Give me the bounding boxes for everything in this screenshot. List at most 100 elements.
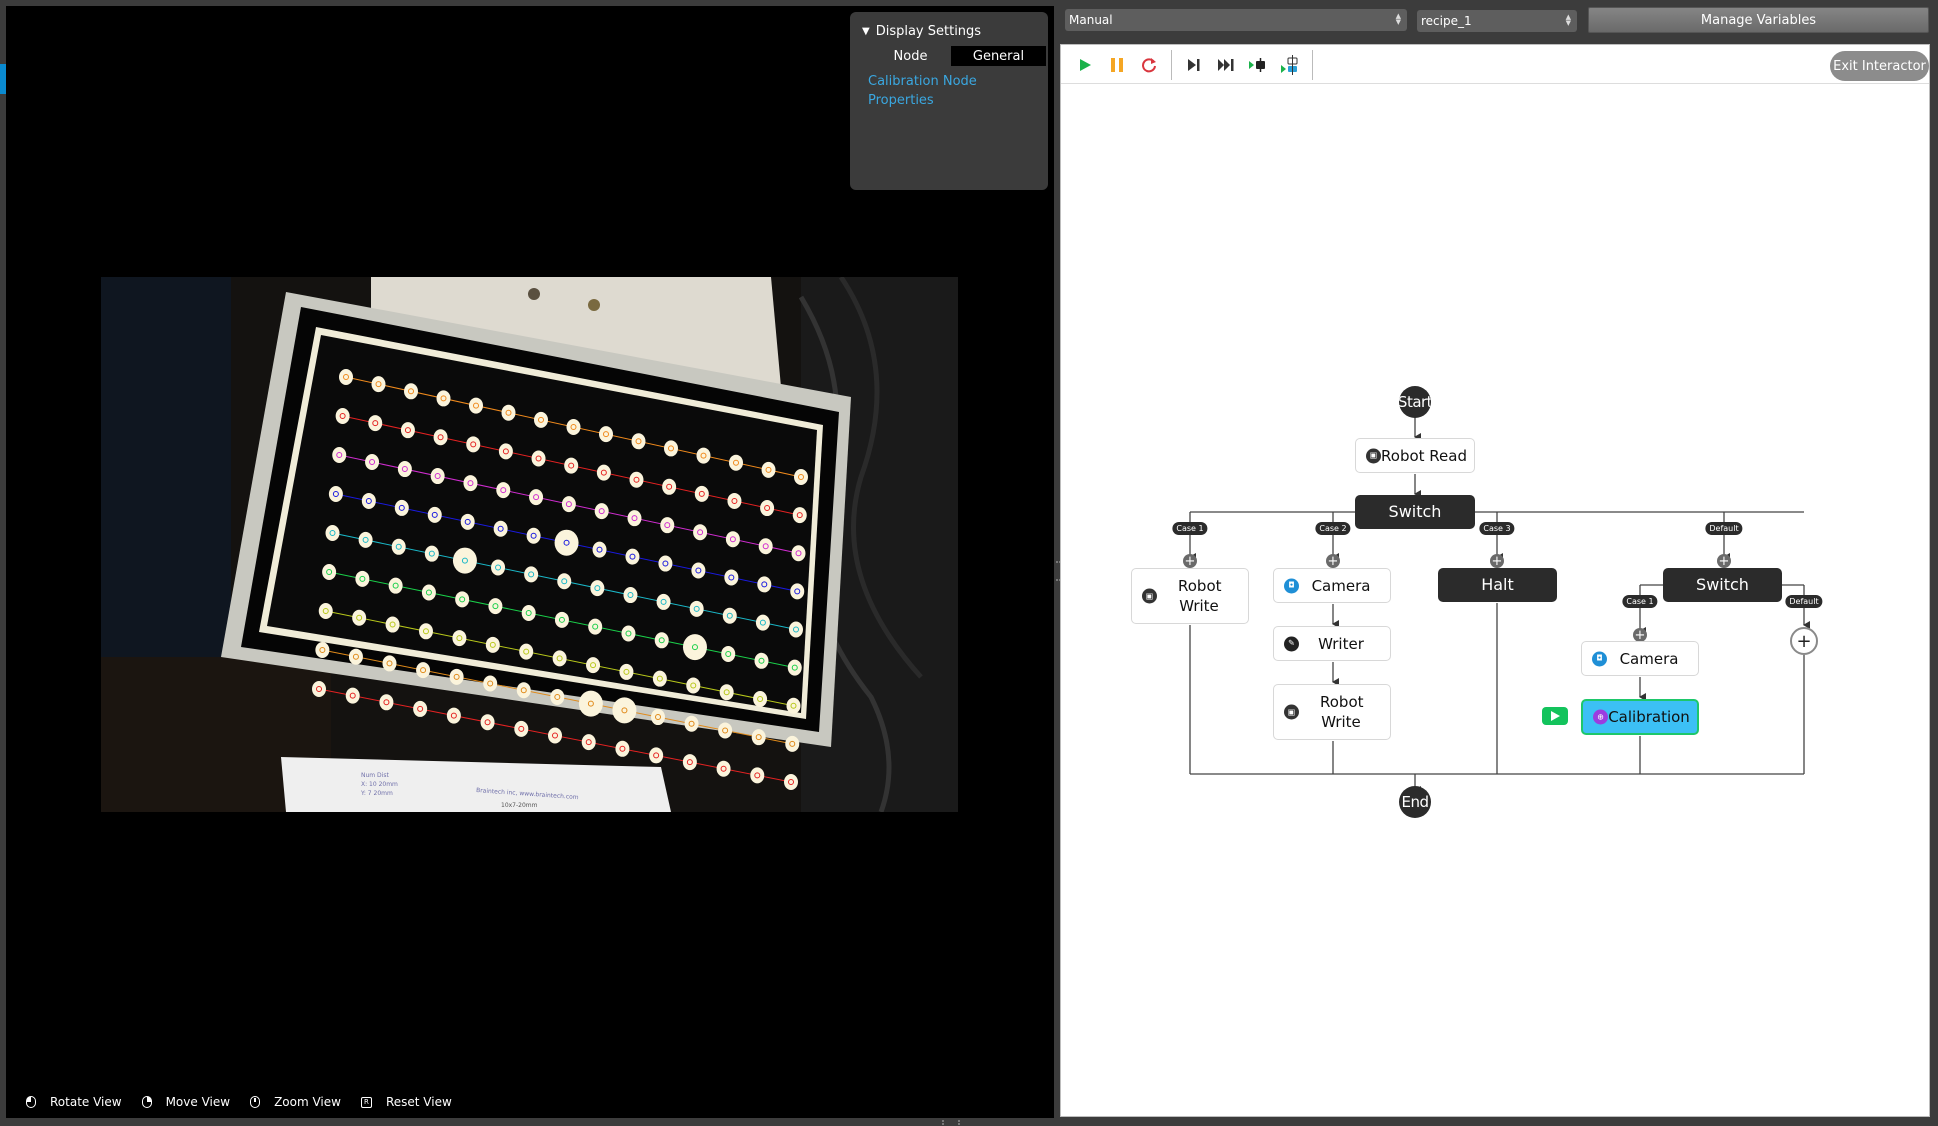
move-view-control[interactable]: Move View [141,1095,230,1109]
calibration-dot [649,747,664,764]
display-settings-title: Display Settings [875,24,982,39]
node-calibration[interactable]: ⊕ Calibration [1581,699,1699,735]
bottom-resize-grip[interactable] [942,1120,960,1123]
mode-select[interactable]: Manual ▲ ▼ [1065,9,1407,31]
flow-canvas[interactable]: Exit Interactor Start End ▣ Robot Read S… [1060,44,1930,1117]
node-switch-nested[interactable]: Switch [1663,568,1782,602]
calibration-dot [480,714,495,731]
node-robot-read[interactable]: ▣ Robot Read [1355,438,1475,473]
calibration-dot [452,547,477,574]
display-settings-header[interactable]: ▼ Display Settings [862,24,981,39]
calibration-dot [514,720,529,737]
collapse-triangle-icon[interactable]: ▼ [862,26,870,37]
manage-variables-button[interactable]: Manage Variables [1588,7,1929,33]
calibration-dot [578,690,603,717]
node-robot-write-2[interactable]: ▣ Robot Write [1273,684,1391,740]
calibration-icon: ⊕ [1593,709,1608,725]
calibration-dot [758,538,773,555]
nested-branch-case-1[interactable]: Case 1 [1622,595,1658,608]
node-halt[interactable]: Halt [1438,568,1557,602]
tab-node[interactable]: Node [850,46,951,66]
calibration-dot [391,538,406,555]
calibration-dot [501,404,516,421]
add-node-case2-icon[interactable]: + [1326,554,1340,568]
end-node[interactable]: End [1399,786,1431,818]
camera-image: Num Dist X: 10 20mm Y: 7 20mm Braintech … [101,277,958,812]
3d-viewport[interactable]: Num Dist X: 10 20mm Y: 7 20mm Braintech … [6,6,1054,1118]
display-settings-tabs: Node General [850,46,1048,66]
nested-branch-default[interactable]: Default [1785,595,1823,608]
step-icon [1188,59,1200,71]
step-controls-group [1172,50,1313,80]
calibration-dot [315,642,330,658]
calibration-dot [322,564,337,580]
node-label: Writer [1318,634,1364,653]
robot-icon: ▣ [1366,448,1381,463]
calibration-dot [586,657,601,674]
node-switch-main[interactable]: Switch [1355,495,1475,529]
calibration-dot [455,591,470,608]
branch-case-3[interactable]: Case 3 [1479,522,1515,535]
branch-default[interactable]: Default [1705,522,1743,535]
add-node-default-icon[interactable]: + [1717,554,1731,568]
calibration-dot [790,583,805,600]
calibration-dot [786,697,801,714]
node-writer[interactable]: ✎ Writer [1273,626,1391,661]
calibration-dot [446,707,461,724]
calibration-dot [791,545,806,562]
application-window: Num Dist X: 10 20mm Y: 7 20mm Braintech … [0,0,1938,1126]
step-all-button[interactable] [1210,51,1242,79]
calibration-dot [599,426,613,443]
add-node-nested-case1-icon[interactable]: + [1633,628,1647,642]
exit-interactor-button[interactable]: Exit Interactor [1830,51,1929,81]
zoom-view-control[interactable]: Zoom View [250,1095,341,1109]
pause-button[interactable] [1101,51,1133,79]
node-camera-1[interactable]: ◘ Camera [1273,568,1391,603]
calibration-dot [379,694,394,711]
calibration-dot [696,447,711,464]
calibration-dot [561,496,576,513]
rotate-view-label: Rotate View [50,1095,122,1109]
run-selected-button[interactable] [1274,51,1306,79]
grid-label-num: Num Dist [361,772,389,779]
step-button[interactable] [1178,51,1210,79]
calibration-dot [427,506,442,523]
rotate-view-control[interactable]: Rotate View [26,1095,122,1109]
branch-case-2[interactable]: Case 2 [1315,522,1351,535]
calibration-dot [631,433,646,450]
add-node-nested-default-icon[interactable]: + [1790,627,1818,655]
calibration-dot [684,715,699,732]
node-robot-write-1[interactable]: ▣ Robot Write [1131,568,1249,624]
calibration-dot [785,735,800,752]
calibration-dot [693,524,708,541]
run-button[interactable] [1069,51,1101,79]
calibration-dot [529,489,544,506]
calibration-dot [416,662,431,679]
reset-button[interactable] [1133,51,1165,79]
calibration-dot [554,611,569,628]
node-label: Robot Write [1320,693,1364,731]
add-node-case1-icon[interactable]: + [1183,554,1197,568]
node-camera-2[interactable]: ◘ Camera [1581,641,1699,676]
tab-general[interactable]: General [951,46,1046,66]
calibration-dot [421,584,436,601]
reset-view-control[interactable]: R Reset View [360,1095,452,1109]
calibration-dot [339,369,353,385]
calibration-dot [623,587,638,604]
recipe-select[interactable]: recipe_1 ▲ ▼ [1417,10,1577,32]
execution-toolbar [1063,48,1313,82]
calibration-dot [352,609,367,626]
branch-case-1[interactable]: Case 1 [1172,522,1208,535]
add-node-case3-icon[interactable]: + [1490,554,1504,568]
run-to-node-button[interactable] [1242,51,1274,79]
start-node[interactable]: Start [1399,386,1431,418]
play-icon [1080,59,1091,71]
splitter-grip-icon[interactable] [1056,561,1059,581]
current-node-play-marker[interactable] [1542,707,1568,725]
calibration-dot [400,422,415,439]
calibration-dot [485,636,500,653]
calibration-dot [694,485,709,502]
calibration-dot [581,734,596,751]
calibration-node-properties-link[interactable]: Calibration Node Properties [868,72,998,110]
calibration-dot [460,513,475,530]
